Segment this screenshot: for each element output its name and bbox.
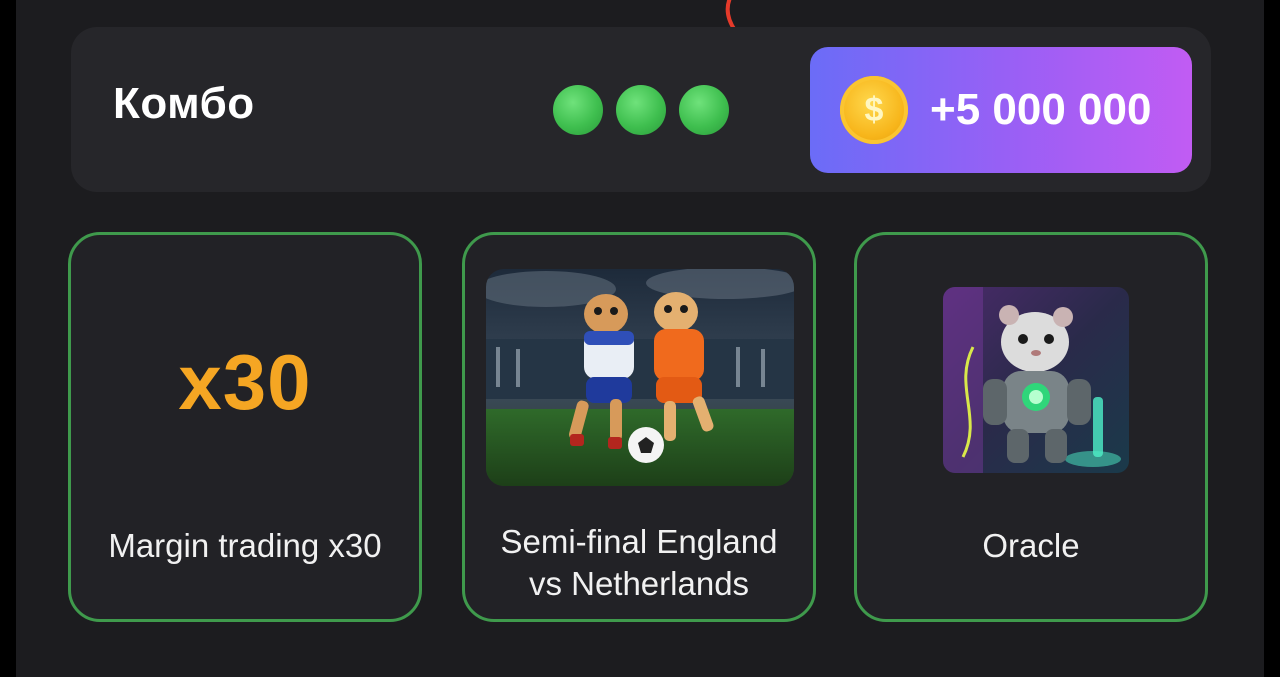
combo-found-dot (553, 85, 603, 135)
combo-header-panel: Комбо $ +5 000 000 (71, 27, 1211, 192)
reward-amount: +5 000 000 (930, 85, 1152, 134)
combo-reward-button[interactable]: $ +5 000 000 (810, 47, 1192, 173)
combo-card-margin-trading[interactable]: x30 Margin trading x30 (68, 232, 422, 622)
combo-progress-dots (553, 85, 729, 135)
combo-title: Комбо (113, 79, 255, 128)
combo-card-oracle[interactable]: Oracle (854, 232, 1208, 622)
card-label-line-2: vs Netherlands (528, 565, 750, 602)
card-label: Oracle (982, 527, 1080, 564)
combo-found-dot (616, 85, 666, 135)
daily-combo-screen: Комбо $ +5 000 000 x30 Margin trading x3… (16, 0, 1264, 677)
card-label: Semi-final England vs Netherlands (465, 521, 813, 605)
multiplier-text: x30 (178, 338, 312, 426)
coin-icon: $ (840, 76, 908, 144)
card-label-line-1: Semi-final England (500, 523, 778, 560)
card-label: Margin trading x30 (108, 527, 382, 564)
cyborg-hamster-image (943, 287, 1129, 473)
combo-card-semi-final[interactable]: Semi-final England vs Netherlands (462, 232, 816, 622)
combo-found-dot (679, 85, 729, 135)
football-hamsters-image (486, 269, 794, 486)
